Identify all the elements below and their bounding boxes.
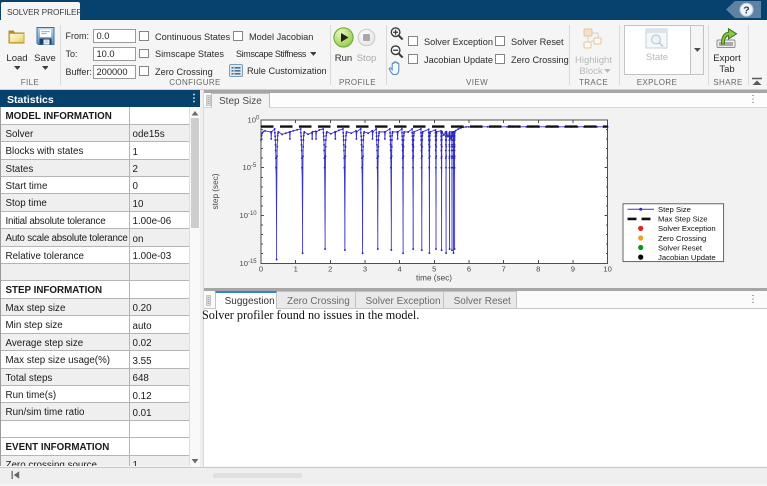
svg-text:10: 10	[603, 265, 611, 274]
svg-text:Max Step Size: Max Step Size	[658, 215, 708, 224]
svg-text:Step Size: Step Size	[658, 205, 691, 214]
svg-text:7: 7	[501, 265, 505, 274]
svg-text:1: 1	[294, 265, 298, 274]
svg-text:4: 4	[397, 265, 401, 274]
svg-text:step (sec): step (sec)	[211, 173, 220, 209]
svg-text:Solver Reset: Solver Reset	[658, 243, 703, 252]
svg-text:?: ?	[743, 4, 749, 16]
svg-text:8: 8	[536, 265, 540, 274]
svg-text:6: 6	[467, 265, 471, 274]
svg-text:Jacobian Update: Jacobian Update	[658, 253, 716, 262]
svg-text:time (sec): time (sec)	[416, 274, 452, 283]
svg-text:Solver Exception: Solver Exception	[658, 224, 716, 233]
svg-text:9: 9	[571, 265, 575, 274]
svg-text:Zero Crossing: Zero Crossing	[658, 234, 706, 243]
svg-text:0: 0	[259, 265, 263, 274]
svg-text:3: 3	[363, 265, 367, 274]
svg-text:2: 2	[328, 265, 332, 274]
svg-text:5: 5	[432, 265, 436, 274]
